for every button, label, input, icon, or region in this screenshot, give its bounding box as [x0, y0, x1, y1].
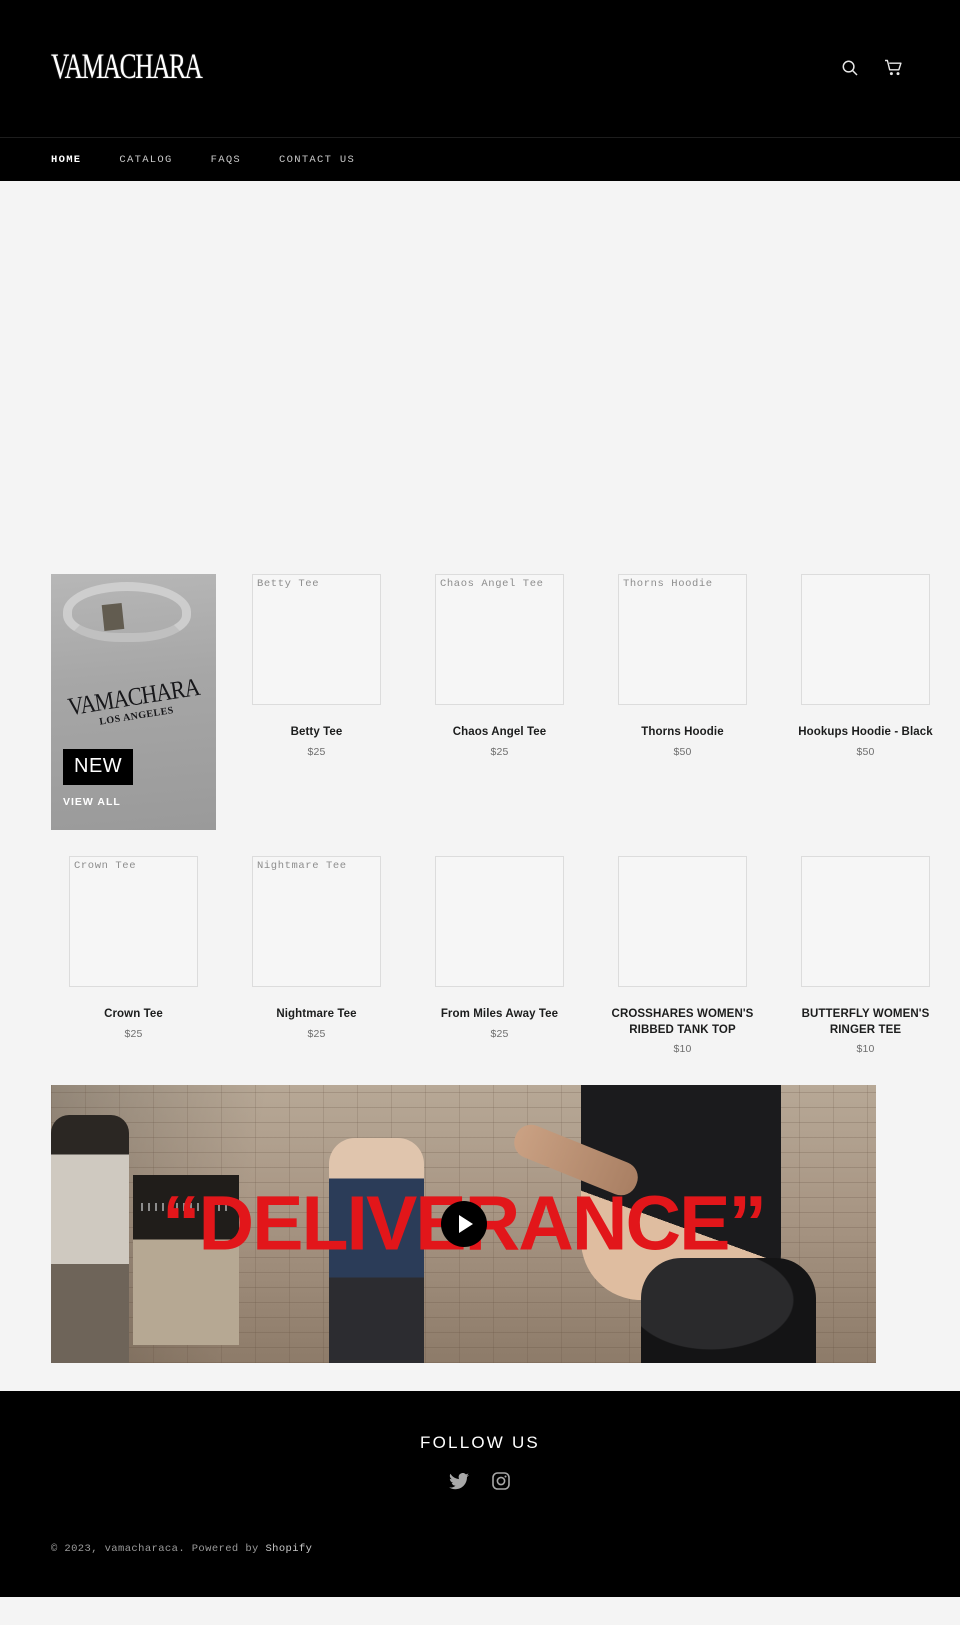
- product-image-placeholder: [618, 856, 747, 987]
- product-meta: Nightmare Tee $25: [234, 1007, 399, 1040]
- product-image-placeholder: [801, 856, 930, 987]
- play-triangle: [458, 1215, 473, 1234]
- product-grid: VAMACHARA LOS ANGELES NEW VIEW ALL Betty…: [0, 566, 960, 1055]
- product-image-placeholder: Betty Tee: [252, 574, 381, 705]
- product-title: Nightmare Tee: [276, 1008, 357, 1020]
- hero-placeholder: [0, 181, 960, 566]
- product-image-placeholder: Crown Tee: [69, 856, 198, 987]
- product-card-hookups-hoodie-black[interactable]: Hookups Hoodie - Black $50: [783, 574, 948, 758]
- cart-icon[interactable]: [882, 56, 906, 80]
- product-price: $25: [307, 1027, 326, 1040]
- product-image-alt: Chaos Angel Tee: [440, 578, 544, 590]
- product-title: Thorns Hoodie: [641, 726, 724, 738]
- product-price: $25: [124, 1027, 143, 1040]
- product-meta: Betty Tee $25: [234, 725, 399, 758]
- twitter-icon[interactable]: [448, 1470, 470, 1492]
- product-card-butterfly-womens-ringer-tee[interactable]: BUTTERFLY WOMEN'S RINGER TEE $10: [783, 856, 948, 1055]
- main-navigation: HOME CATALOG FAQS CONTACT US: [0, 137, 960, 181]
- product-price: $50: [856, 745, 875, 758]
- product-price: $25: [490, 745, 509, 758]
- product-image-alt: Nightmare Tee: [257, 860, 347, 872]
- view-all-link[interactable]: VIEW ALL: [63, 796, 121, 808]
- product-meta: Crown Tee $25: [51, 1007, 216, 1040]
- product-card-from-miles-away-tee[interactable]: From Miles Away Tee $25: [417, 856, 582, 1040]
- featured-collection-image: VAMACHARA LOS ANGELES NEW VIEW ALL: [51, 574, 216, 830]
- product-meta: BUTTERFLY WOMEN'S RINGER TEE $10: [783, 1007, 948, 1055]
- nav-item-contact-us[interactable]: CONTACT US: [279, 154, 355, 166]
- product-card-crown-tee[interactable]: Crown Tee Crown Tee $25: [51, 856, 216, 1040]
- product-image-placeholder: [435, 856, 564, 987]
- video-player[interactable]: “DELIVERANCE”: [51, 1085, 876, 1364]
- product-title: Betty Tee: [290, 726, 343, 738]
- nav-item-home[interactable]: HOME: [51, 154, 81, 166]
- play-button-icon[interactable]: [440, 1201, 487, 1248]
- follow-us-heading: FOLLOW US: [420, 1433, 540, 1453]
- product-price: $50: [673, 745, 692, 758]
- header-icon-group: [838, 56, 906, 80]
- site-footer: FOLLOW US © 2023, vamacharaca. Powered b…: [0, 1391, 960, 1598]
- product-image-placeholder: Thorns Hoodie: [618, 574, 747, 705]
- product-title: Crown Tee: [104, 1008, 163, 1020]
- product-image-placeholder: Chaos Angel Tee: [435, 574, 564, 705]
- logo-text: VAMACHARA: [51, 45, 203, 87]
- product-image-alt: Crown Tee: [74, 860, 137, 872]
- product-image-placeholder: Nightmare Tee: [252, 856, 381, 987]
- product-row-2: Crown Tee Crown Tee $25 Nightmare Tee Ni…: [51, 856, 930, 1055]
- product-meta: Chaos Angel Tee $25: [417, 725, 582, 758]
- product-card-chaos-angel-tee[interactable]: Chaos Angel Tee Chaos Angel Tee $25: [417, 574, 582, 758]
- new-badge: NEW: [63, 749, 134, 785]
- product-card-nightmare-tee[interactable]: Nightmare Tee Nightmare Tee $25: [234, 856, 399, 1040]
- product-meta: CROSSHARES WOMEN'S RIBBED TANK TOP $10: [600, 1007, 765, 1055]
- product-row-1: VAMACHARA LOS ANGELES NEW VIEW ALL Betty…: [51, 566, 933, 830]
- shopify-link[interactable]: Shopify: [265, 1543, 312, 1555]
- nav-item-faqs[interactable]: FAQS: [211, 154, 241, 166]
- page-content: VAMACHARA LOS ANGELES NEW VIEW ALL Betty…: [0, 181, 960, 1364]
- nav-item-catalog[interactable]: CATALOG: [119, 154, 172, 166]
- instagram-icon[interactable]: [490, 1470, 512, 1492]
- site-logo[interactable]: VAMACHARA: [51, 44, 221, 89]
- tshirt-collar-shape: [63, 582, 191, 642]
- search-icon[interactable]: [838, 56, 862, 80]
- social-links: [0, 1470, 960, 1492]
- product-card-thorns-hoodie[interactable]: Thorns Hoodie Thorns Hoodie $50: [600, 574, 765, 758]
- product-title: Chaos Angel Tee: [452, 726, 547, 738]
- product-title: BUTTERFLY WOMEN'S RINGER TEE: [801, 1008, 930, 1036]
- product-meta: Hookups Hoodie - Black $50: [783, 725, 948, 758]
- product-card-crosshares-womens-ribbed-tank-top[interactable]: CROSSHARES WOMEN'S RIBBED TANK TOP $10: [600, 856, 765, 1055]
- product-meta: Thorns Hoodie $50: [600, 725, 765, 758]
- product-meta: From Miles Away Tee $25: [417, 1007, 582, 1040]
- product-image-alt: Thorns Hoodie: [623, 578, 713, 590]
- product-price: $25: [307, 745, 326, 758]
- figure-drumkit: [641, 1258, 816, 1364]
- product-title: From Miles Away Tee: [440, 1008, 559, 1020]
- product-image-placeholder: [801, 574, 930, 705]
- video-section: “DELIVERANCE”: [0, 1085, 960, 1364]
- product-price: $10: [673, 1043, 692, 1056]
- copyright-notice: © 2023, vamacharaca. Powered by Shopify: [51, 1543, 312, 1555]
- product-title: Hookups Hoodie - Black: [798, 726, 933, 738]
- product-card-betty-tee[interactable]: Betty Tee Betty Tee $25: [234, 574, 399, 758]
- product-price: $25: [490, 1027, 509, 1040]
- featured-collection-card[interactable]: VAMACHARA LOS ANGELES NEW VIEW ALL: [51, 574, 216, 830]
- site-header: VAMACHARA: [0, 0, 960, 137]
- tshirt-tag-shape: [101, 603, 125, 631]
- product-title: CROSSHARES WOMEN'S RIBBED TANK TOP: [611, 1008, 754, 1036]
- copyright-text: © 2023, vamacharaca. Powered by: [51, 1543, 266, 1556]
- product-price: $10: [856, 1043, 875, 1056]
- product-image-alt: Betty Tee: [257, 578, 320, 590]
- tshirt-print: VAMACHARA LOS ANGELES: [51, 671, 216, 736]
